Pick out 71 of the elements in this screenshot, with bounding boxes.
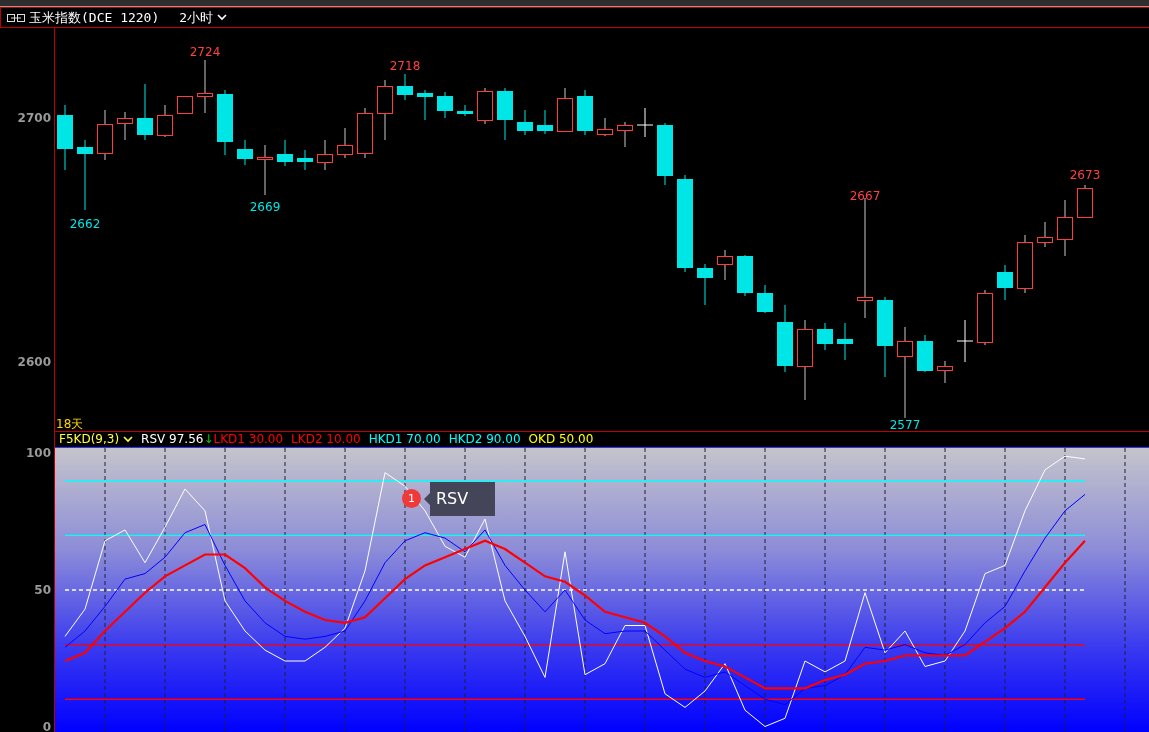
candlestick [317,139,333,171]
candlestick [217,89,233,156]
candlestick [757,284,773,314]
candlestick [817,322,833,351]
price-label: 2673 [1069,169,1101,181]
legend-value: RSV 97.56 [141,432,204,447]
candlestick [77,139,93,211]
candlestick [497,87,513,141]
legend-value: HKD2 90.00 [448,432,521,447]
candlestick [57,104,73,171]
candlestick [137,83,153,141]
candlestick [257,144,273,196]
legend-value: LKD1 30.00 [213,432,284,447]
candlestick [397,73,413,101]
candlestick [737,254,753,297]
candlestick [437,91,453,119]
price-label: 2662 [69,218,101,230]
price-label: 2724 [189,46,221,58]
legend-value: HKD1 70.00 [368,432,441,447]
candlestick [1057,199,1073,257]
price-label: 2669 [249,201,281,213]
candlestick [977,289,993,346]
candlestick [777,304,793,373]
candlestick [917,334,933,373]
candlestick [636,107,654,138]
candlestick [97,109,113,161]
candlestick [657,122,673,186]
legend-value: OKD 50.00 [528,432,594,447]
candlestick [597,117,613,137]
price-label: 2718 [389,60,421,72]
candlestick [956,319,974,363]
tooltip: RSV [424,482,495,516]
caret-icon [123,436,134,443]
candlestick [577,89,593,136]
candlestick [297,149,313,171]
candlestick [157,104,173,138]
indicator-selector[interactable]: F5KD(9,3) [59,432,134,447]
candlestick [177,95,193,115]
period-label: 18天 [56,418,84,430]
candlestick [837,322,853,361]
candlestick [1077,184,1093,218]
candlestick [237,139,253,166]
candlestick [417,89,433,121]
candlestick [697,263,713,306]
candlestick [617,121,633,148]
candlestick [997,264,1013,301]
candlestick [197,59,213,114]
candlestick [477,87,493,125]
candlestick [357,107,373,159]
legend-value: LKD2 10.00 [291,432,361,447]
axis-label: 50 [34,584,51,596]
candlestick [377,79,393,141]
candlestick [537,109,553,135]
candlestick [1017,234,1033,294]
candlestick [457,104,473,117]
candlestick [517,109,533,136]
candlestick [117,111,133,141]
axis-label: 0 [42,720,51,732]
candlestick [937,360,953,384]
price-label: 2577 [889,419,921,431]
marker-badge: 1 [402,489,421,508]
candlestick [337,127,353,159]
axis-label: 2700 [17,112,51,124]
axis-label: 100 [25,447,51,460]
candlestick [277,139,293,167]
candlestick [717,249,733,281]
trend-arrow: ↓ [203,432,214,447]
candlestick [557,87,573,133]
price-label: 2667 [849,190,881,202]
candlestick [1037,221,1053,248]
axis-label: 2600 [17,356,51,368]
